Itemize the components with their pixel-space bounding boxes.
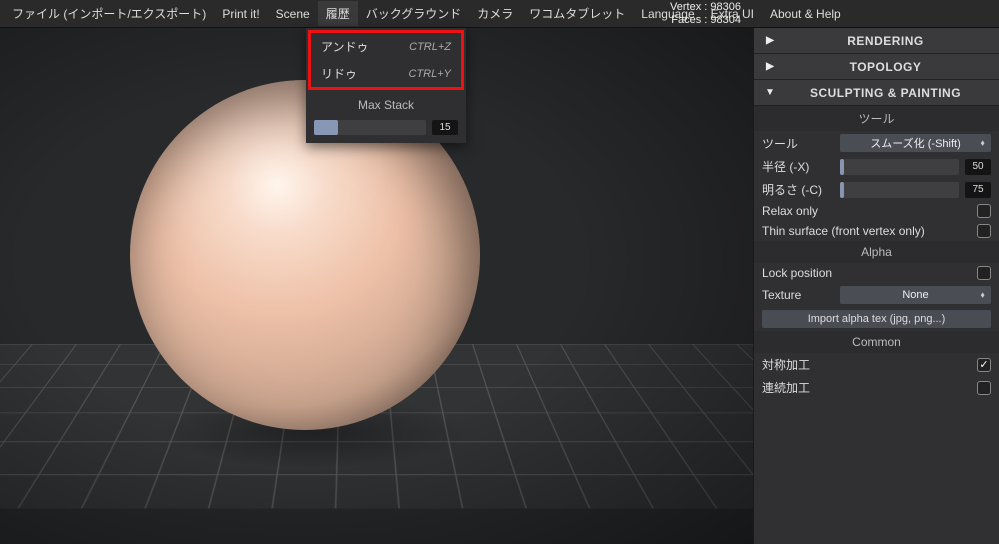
relax-checkbox[interactable] <box>977 204 991 218</box>
section-topology-title: TOPOLOGY <box>782 60 989 74</box>
row-intensity: 明るさ (-C) 75 <box>754 178 999 201</box>
continuous-checkbox[interactable] <box>977 381 991 395</box>
side-panel: ▶ RENDERING ▶ TOPOLOGY ▼ SCULPTING & PAI… <box>753 28 999 544</box>
menu-history[interactable]: 履歴 <box>318 1 358 26</box>
row-symmetry: 対称加工 <box>754 353 999 376</box>
undo-shortcut: CTRL+Z <box>409 41 451 53</box>
label-texture: Texture <box>762 288 834 302</box>
section-rendering-title: RENDERING <box>782 34 989 48</box>
intensity-value[interactable]: 75 <box>965 182 991 198</box>
group-common: Common <box>754 331 999 353</box>
radius-value[interactable]: 50 <box>965 159 991 175</box>
label-relax: Relax only <box>762 204 971 218</box>
label-tool: ツール <box>762 135 834 152</box>
group-alpha: Alpha <box>754 241 999 263</box>
tool-select[interactable]: スムーズ化 (-Shift) <box>840 134 991 152</box>
lock-checkbox[interactable] <box>977 266 991 280</box>
stat-faces: Faces : 98304 <box>670 14 745 27</box>
menu-camera[interactable]: カメラ <box>469 1 521 26</box>
redo-item[interactable]: リドゥ CTRL+Y <box>311 60 461 87</box>
row-radius: 半径 (-X) 50 <box>754 155 999 178</box>
redo-shortcut: CTRL+Y <box>409 68 452 80</box>
radius-thumb[interactable] <box>840 159 844 175</box>
intensity-slider[interactable] <box>840 182 959 198</box>
chevron-right-icon: ▶ <box>764 35 776 46</box>
label-radius: 半径 (-X) <box>762 158 834 175</box>
history-dropdown: アンドゥ CTRL+Z リドゥ CTRL+Y Max Stack 15 <box>306 28 466 143</box>
section-topology[interactable]: ▶ TOPOLOGY <box>754 54 999 80</box>
undo-label: アンドゥ <box>321 38 369 55</box>
label-symmetry: 対称加工 <box>762 356 971 373</box>
chevron-right-icon: ▶ <box>764 61 776 72</box>
max-stack-thumb[interactable] <box>314 120 338 135</box>
chevron-down-icon: ▼ <box>764 87 776 98</box>
radius-slider[interactable] <box>840 159 959 175</box>
menu-about[interactable]: About & Help <box>762 3 849 25</box>
row-lock: Lock position <box>754 263 999 283</box>
menu-wacom[interactable]: ワコムタブレット <box>521 1 633 26</box>
max-stack-label: Max Stack <box>306 92 466 116</box>
label-intensity: 明るさ (-C) <box>762 181 834 198</box>
group-tool: ツール <box>754 106 999 131</box>
menu-print[interactable]: Print it! <box>214 3 267 25</box>
label-continuous: 連続加工 <box>762 379 971 396</box>
import-alpha-button[interactable]: Import alpha tex (jpg, png...) <box>762 310 991 328</box>
menubar: ファイル (インポート/エクスポート) Print it! Scene 履歴 バ… <box>0 0 999 28</box>
menu-scene[interactable]: Scene <box>268 3 318 25</box>
redo-label: リドゥ <box>321 65 357 82</box>
label-lock: Lock position <box>762 266 971 280</box>
section-rendering[interactable]: ▶ RENDERING <box>754 28 999 54</box>
label-thin: Thin surface (front vertex only) <box>762 224 971 238</box>
menu-background[interactable]: バックグラウンド <box>358 1 470 26</box>
texture-select[interactable]: None <box>840 286 991 304</box>
row-continuous: 連続加工 <box>754 376 999 399</box>
thin-checkbox[interactable] <box>977 224 991 238</box>
row-thin: Thin surface (front vertex only) <box>754 221 999 241</box>
row-tool: ツール スムーズ化 (-Shift) <box>754 131 999 155</box>
symmetry-checkbox[interactable] <box>977 358 991 372</box>
max-stack-row: 15 <box>306 116 466 143</box>
section-sculpting-title: SCULPTING & PAINTING <box>782 86 989 100</box>
row-texture: Texture None <box>754 283 999 307</box>
undo-item[interactable]: アンドゥ CTRL+Z <box>311 33 461 60</box>
highlight-box: アンドゥ CTRL+Z リドゥ CTRL+Y <box>308 30 464 90</box>
max-stack-value[interactable]: 15 <box>432 120 458 135</box>
stats-box: Vertex : 98306 Faces : 98304 <box>670 0 749 28</box>
row-relax: Relax only <box>754 201 999 221</box>
stat-vertex: Vertex : 98306 <box>670 1 745 14</box>
section-sculpting[interactable]: ▼ SCULPTING & PAINTING <box>754 80 999 106</box>
intensity-thumb[interactable] <box>840 182 844 198</box>
max-stack-slider[interactable] <box>314 120 426 135</box>
menu-file[interactable]: ファイル (インポート/エクスポート) <box>4 1 214 26</box>
